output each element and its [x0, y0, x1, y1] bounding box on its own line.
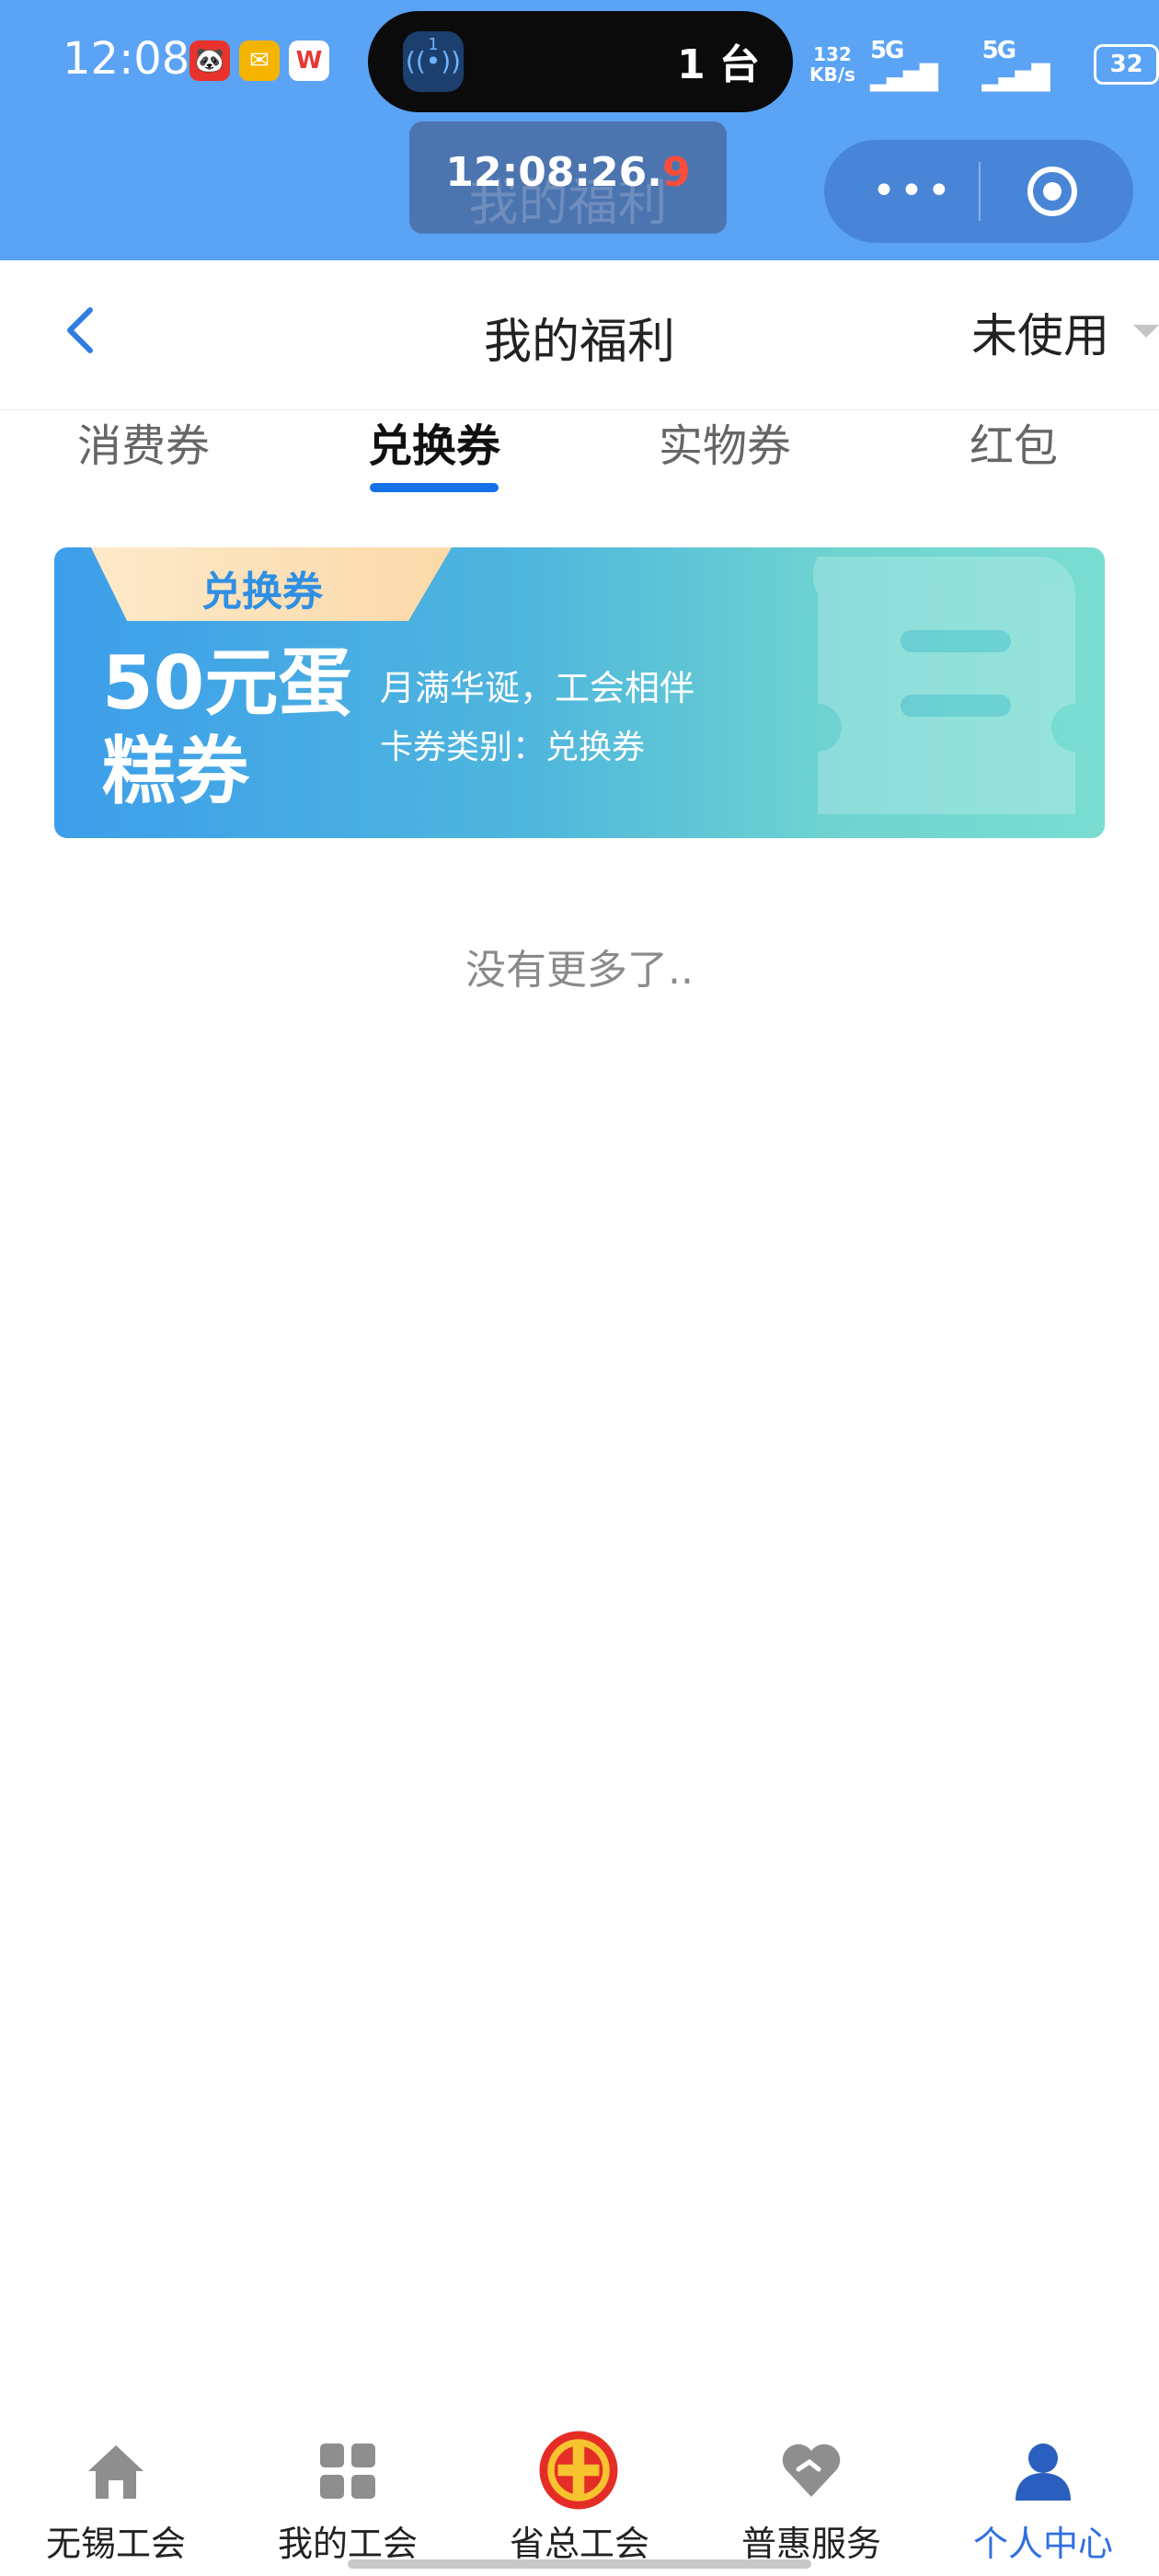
coupon-tabs: 消费券 兑换券 实物券 红包	[0, 409, 1159, 501]
more-icon[interactable]: •••	[872, 167, 955, 214]
clock-text: 12:08:26.9	[445, 149, 691, 196]
nav-item-benefit-services[interactable]: 普惠服务	[695, 2420, 927, 2576]
battery-icon: 32	[1094, 44, 1159, 85]
status-time: 12:08	[63, 33, 190, 85]
person-icon	[1016, 2444, 1071, 2501]
close-miniprogram-icon[interactable]	[1027, 166, 1078, 217]
tab-exchange-coupon[interactable]: 兑换券	[368, 409, 500, 474]
tab-physical-coupon[interactable]: 实物券	[659, 409, 791, 474]
status-filter-dropdown[interactable]: 未使用	[971, 299, 1109, 365]
nav-item-my-union[interactable]: 我的工会	[232, 2420, 464, 2576]
home-indicator[interactable]	[348, 2559, 811, 2569]
tab-red-packet[interactable]: 红包	[970, 409, 1058, 474]
nav-item-wuxi-union[interactable]: 无锡工会	[0, 2420, 232, 2576]
coupon-type-tag: 兑换券	[91, 547, 452, 621]
union-emblem-icon	[539, 2431, 618, 2510]
app-notification-icon: 🐼	[189, 40, 230, 81]
nav-item-provincial-union[interactable]: 省总工会	[464, 2420, 695, 2576]
list-end-text: 没有更多了..	[465, 947, 694, 994]
status-app-icons: 🐼 ✉ W	[189, 40, 329, 81]
chevron-down-icon[interactable]	[1133, 325, 1159, 338]
coupon-category: 卡券类别：兑换券	[380, 729, 646, 766]
miniprogram-capsule: •••	[824, 140, 1133, 243]
status-indicators: 132 KB/s 5G ▂▄▆█ 5G ▂▄▆█ 32	[809, 37, 1159, 92]
page-header: 我的福利 未使用	[0, 260, 1159, 410]
heart-icon	[782, 2444, 841, 2497]
signal-icon-2: 5G ▂▄▆█	[981, 37, 1050, 92]
signal-icon: 5G ▂▄▆█	[869, 37, 938, 92]
active-tab-indicator	[370, 483, 499, 492]
dynamic-island[interactable]: 1 ((•)) 1 台	[368, 11, 793, 112]
coupon-description: 月满华诞，工会相伴	[380, 668, 695, 708]
top-status-area: 12:08 🐼 ✉ W 1 ((•)) 1 台 132 KB/s 5G ▂▄▆█ …	[0, 0, 1159, 260]
tab-consumption-coupon[interactable]: 消费券	[77, 409, 210, 474]
wps-icon: W	[289, 40, 329, 81]
mail-icon: ✉	[239, 40, 280, 81]
ticket-decoration-icon	[812, 557, 1075, 814]
bottom-nav: 无锡工会 我的工会 省总工会 普惠服务 个人中心	[0, 2420, 1159, 2576]
island-text: 1 台	[677, 41, 760, 88]
coupon-card[interactable]: 兑换券 50元蛋糕券 月满华诞，工会相伴 卡券类别：兑换券	[54, 547, 1105, 838]
nav-item-personal-center[interactable]: 个人中心	[927, 2420, 1159, 2576]
grid-icon	[320, 2444, 375, 2499]
broadcast-icon: 1 ((•))	[403, 31, 464, 92]
capsule-divider	[979, 162, 981, 221]
coupon-name: 50元蛋糕券	[102, 640, 352, 814]
floating-clock: 我的福利 12:08:26.9	[409, 121, 727, 234]
home-icon	[88, 2445, 143, 2499]
net-speed: 132 KB/s	[809, 43, 855, 86]
